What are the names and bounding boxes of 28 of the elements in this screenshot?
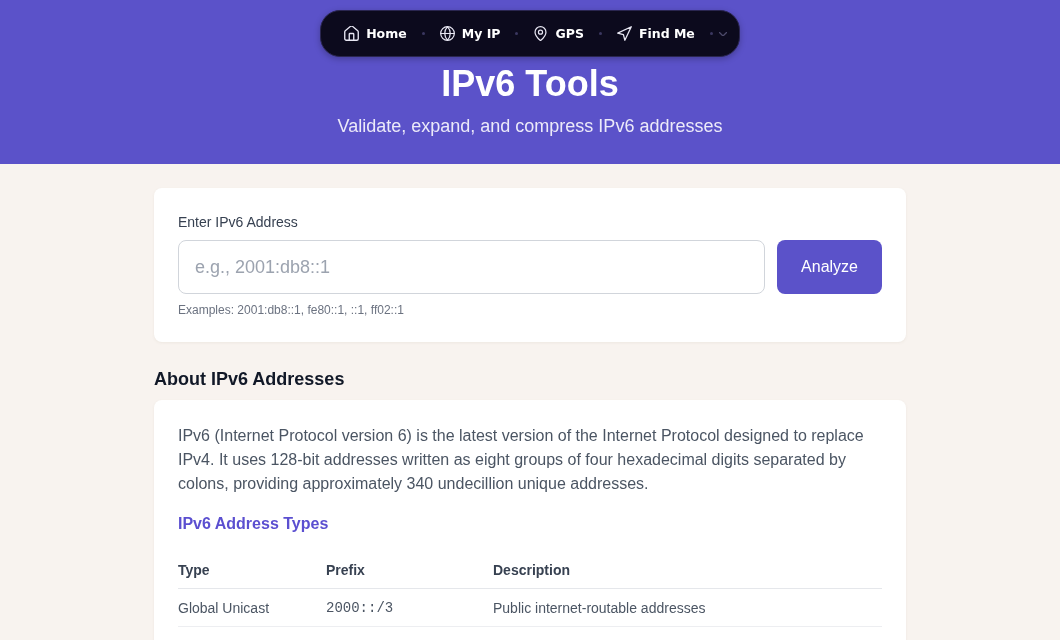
separator-dot <box>598 32 602 35</box>
nav-link[interactable]: GPS <box>533 26 584 41</box>
page-title: IPv6 Tools <box>441 64 619 104</box>
globe-icon <box>439 26 455 41</box>
map-pin-icon <box>533 26 549 41</box>
column-header: Prefix <box>326 552 493 589</box>
section-heading: About IPv6 Addresses <box>154 368 346 391</box>
address-input[interactable]: e.g., 2001:db8::1 <box>178 240 766 294</box>
prefix-cell: 2000::/3 <box>326 600 394 616</box>
separator-dot <box>709 32 713 35</box>
nav-link[interactable]: My IP <box>439 26 501 41</box>
table-cell: Public internet-routable addresses <box>493 599 706 616</box>
page-subtitle: Validate, expand, and compress IPv6 addresses <box>337 115 723 138</box>
analyze-button[interactable]: Analyze <box>777 240 882 294</box>
column-header: Type <box>178 552 326 589</box>
house-icon <box>344 26 360 41</box>
subsection-heading: IPv6 Address Types <box>178 514 330 534</box>
navigation-arrow-icon <box>616 26 632 41</box>
intro-paragraph: IPv6 (Internet Protocol version 6) is the latest version of the Internet Protocol designed to replace IPv4. It uses 128-bit addresses written as eight groups of four hexadecimal digits separated by colons, providing approximately 340 undecillion unique addresses. <box>178 426 865 494</box>
chevron-down-icon[interactable] <box>718 31 727 36</box>
table-cell: Global Unicast <box>178 599 270 616</box>
separator-dot <box>515 32 519 35</box>
separator-dot <box>421 32 425 35</box>
column-header: Description <box>493 552 882 589</box>
nav-link[interactable]: Find Me <box>616 26 695 41</box>
field-label: Enter IPv6 Address <box>178 213 299 232</box>
nav-link[interactable]: Home <box>344 26 407 41</box>
examples-hint: Examples: 2001:db8::1, fe80::1, ::1, ff02::1 <box>178 302 405 318</box>
